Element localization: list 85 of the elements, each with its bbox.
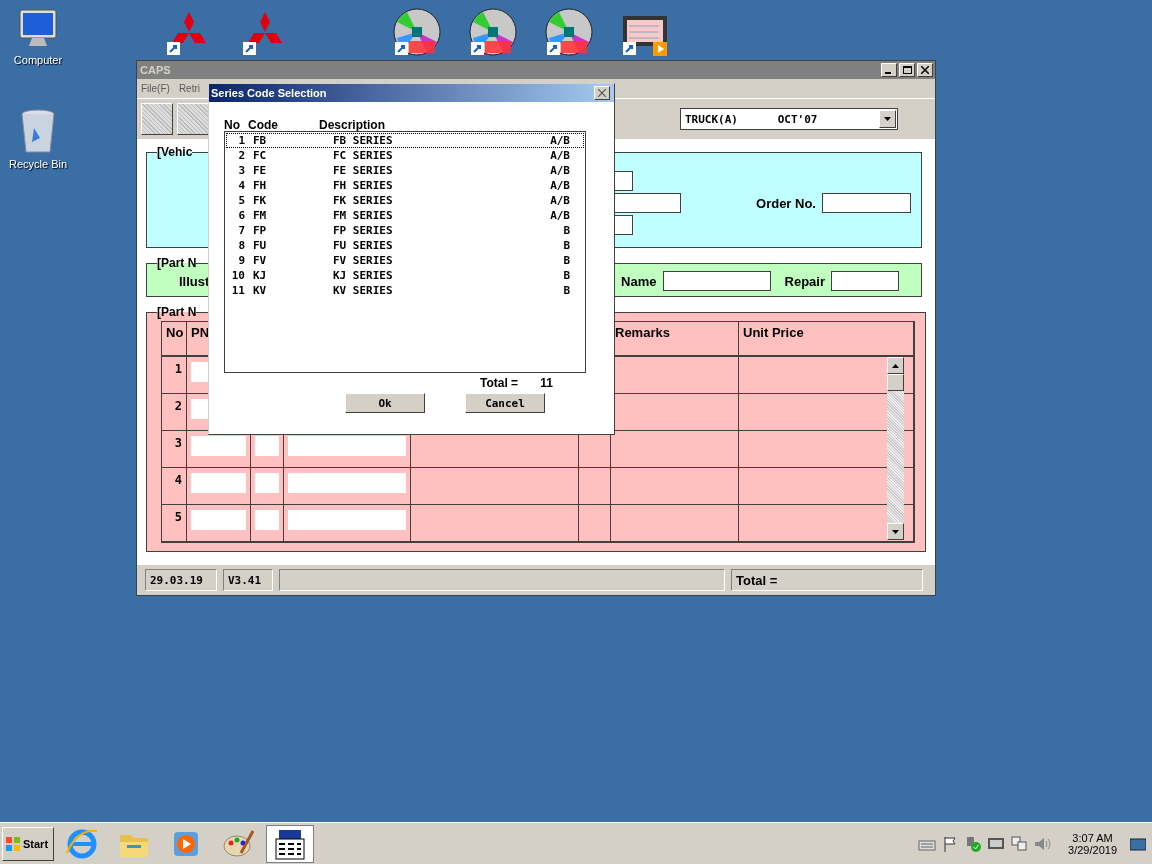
column-header: No xyxy=(162,322,187,357)
clock-date[interactable]: 3/29/2019 xyxy=(1068,843,1117,856)
column-header: Unit Price xyxy=(739,322,914,357)
list-row[interactable]: 10 KJ KJ SERIES B xyxy=(226,268,584,283)
list-row[interactable]: 7 FP FP SERIES B xyxy=(226,223,584,238)
scroll-bar[interactable] xyxy=(887,357,904,540)
status-field: V3.41 xyxy=(223,569,273,591)
list-row[interactable]: 9 FV FV SERIES B xyxy=(226,253,584,268)
start-button[interactable]: Start xyxy=(2,826,54,861)
down-arrow-icon xyxy=(891,528,900,535)
table-cell xyxy=(579,468,611,505)
input-field[interactable] xyxy=(191,436,246,456)
panel-title: [Part N xyxy=(157,256,197,270)
ok-button[interactable]: Ok xyxy=(345,393,425,413)
cancel-button[interactable]: Cancel xyxy=(465,393,545,413)
input-field[interactable] xyxy=(255,510,279,530)
list-row[interactable]: 2 FC FC SERIES A/B xyxy=(226,148,584,163)
column-header: Description xyxy=(319,118,386,132)
field-label: Repair xyxy=(784,273,825,289)
plug-check-icon[interactable] xyxy=(964,834,983,853)
column-header: No xyxy=(224,118,241,132)
disc-shortcut-icon[interactable] xyxy=(469,8,517,56)
scroll-down-button[interactable] xyxy=(887,523,904,540)
list-row[interactable]: 11 KV KV SERIES B xyxy=(226,283,584,298)
name-field[interactable] xyxy=(662,271,771,291)
table-cell: 1 xyxy=(162,357,187,394)
total-label: Total = xyxy=(480,376,519,390)
table-cell: 2 xyxy=(162,394,187,431)
list-row[interactable]: 4 FH FH SERIES A/B xyxy=(226,178,584,193)
maximize-icon xyxy=(902,66,912,74)
desktop-icon-label[interactable]: Recycle Bin xyxy=(8,158,68,170)
column-header: Code xyxy=(248,118,279,132)
down-arrow-icon xyxy=(883,116,892,122)
input-field[interactable] xyxy=(191,510,246,530)
panel-title: [Part N xyxy=(157,305,197,319)
total-count: 11 xyxy=(540,376,553,390)
input-field[interactable] xyxy=(288,436,406,456)
list-row[interactable]: 3 FE FE SERIES A/B xyxy=(226,163,584,178)
table-cell: 4 xyxy=(162,468,187,505)
panel-title: [Vehic xyxy=(157,145,193,159)
taskbar-app-button[interactable] xyxy=(266,824,314,863)
list-row[interactable]: 1 FB FB SERIES A/B xyxy=(226,133,584,148)
field-label: Name xyxy=(621,273,657,289)
toolbar-button[interactable] xyxy=(177,103,209,135)
scroll-up-button[interactable] xyxy=(887,357,904,374)
disc-shortcut-icon[interactable] xyxy=(393,8,441,56)
disc-shortcut-icon[interactable] xyxy=(545,8,593,56)
close-icon xyxy=(598,89,606,97)
table-cell: 3 xyxy=(162,431,187,468)
input-field[interactable] xyxy=(191,473,246,493)
input-field[interactable] xyxy=(614,193,681,213)
list-row[interactable]: 8 FU FU SERIES B xyxy=(226,238,584,253)
window-title: CAPS xyxy=(140,64,172,76)
input-field[interactable] xyxy=(288,510,406,530)
show-desktop-icon[interactable] xyxy=(1130,836,1146,851)
repair-field[interactable] xyxy=(831,271,899,291)
maximize-button[interactable] xyxy=(899,63,915,77)
input-field[interactable] xyxy=(255,473,279,493)
list-row[interactable]: 5 FK FK SERIES A/B xyxy=(226,193,584,208)
menu-item[interactable]: File(F) xyxy=(141,83,170,94)
series-list[interactable]: 1 FB FB SERIES A/B 2 FC FC SERIES A/B 3 FE FE SERIES A/B 4 FH FH SERIES A/B 5 FK FK SERIES A/B 6 FM FM SERIES A/B 7 FP FP SERIES B 8 FU FU SERIES B 9 FV FV SERIES B 10 KJ KJ SERIES B 11 KV KV SERIES B xyxy=(224,131,586,373)
status-field: 29.03.19 xyxy=(145,569,217,591)
clock-time[interactable]: 3:07 AM xyxy=(1072,831,1113,844)
close-button[interactable] xyxy=(594,86,610,100)
order-no-field[interactable] xyxy=(822,193,911,213)
status-field: Total = xyxy=(731,569,923,591)
field-label: Illust xyxy=(179,273,210,289)
dialog-title: Series Code Selection xyxy=(211,87,328,99)
menu-item[interactable]: Retri xyxy=(178,83,200,94)
model-select[interactable]: TRUCK(A) OCT'07 xyxy=(680,108,898,130)
toolbar-button[interactable] xyxy=(141,103,173,135)
up-arrow-icon xyxy=(891,362,900,369)
dropdown-button[interactable] xyxy=(879,110,896,128)
network-icon[interactable] xyxy=(1010,834,1029,853)
windows-logo-icon xyxy=(5,835,21,852)
table-cell: 5 xyxy=(162,505,187,542)
input-field[interactable] xyxy=(288,473,406,493)
desktop-icon-label[interactable]: Computer xyxy=(13,54,63,66)
list-row[interactable]: 6 FM FM SERIES A/B xyxy=(226,208,584,223)
field-label: Order No. xyxy=(756,195,816,211)
input-field[interactable] xyxy=(255,436,279,456)
minimize-button[interactable] xyxy=(881,63,897,77)
close-icon xyxy=(921,66,929,74)
close-button[interactable] xyxy=(917,63,933,77)
scroll-thumb[interactable] xyxy=(887,374,904,391)
